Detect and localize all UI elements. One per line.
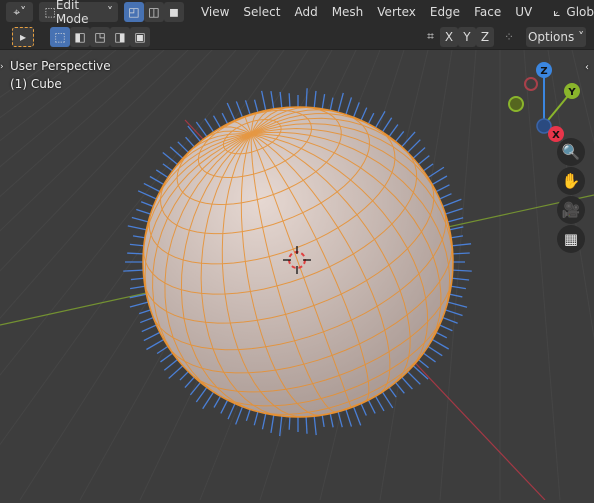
mode-dropdown[interactable]: ⬚ Edit Mode ˅ xyxy=(39,0,118,26)
gizmo-neg-y[interactable] xyxy=(508,96,524,112)
menu-select[interactable]: Select xyxy=(236,5,287,19)
topology-mirror-icon[interactable]: ⁘ xyxy=(504,30,514,44)
camera-icon[interactable]: 🎥 xyxy=(557,196,585,224)
object-name: (1) Cube xyxy=(10,77,62,91)
orientation-dropdown[interactable]: ⟀ Glob xyxy=(553,5,594,20)
zoom-icon[interactable]: 🔍 xyxy=(557,138,585,166)
select-extend-button[interactable]: ◧ xyxy=(70,26,90,47)
menu-edge[interactable]: Edge xyxy=(423,5,467,19)
mirror-y-button[interactable]: Y xyxy=(457,26,476,47)
editor-type-button[interactable]: ⌖˅ xyxy=(6,2,34,22)
tool-settings-bar: ▸ ⬚ ◧ ◳ ◨ ▣ ⌗ X Y Z ⁘ Options ˅ xyxy=(0,24,594,50)
menu-view[interactable]: View xyxy=(194,5,236,19)
view-name: User Perspective xyxy=(10,59,111,73)
menu-uv[interactable]: UV xyxy=(508,5,539,19)
floor-grid-line xyxy=(579,0,594,46)
menu-bar: View Select Add Mesh Vertex Edge Face UV xyxy=(194,5,539,19)
navigation-gizmo[interactable]: Z Y X xyxy=(508,62,580,142)
menu-add[interactable]: Add xyxy=(287,5,324,19)
perspective-grid-icon[interactable]: ▦ xyxy=(557,225,585,253)
scene-canvas[interactable]: ZYX xyxy=(0,0,594,501)
menu-face[interactable]: Face xyxy=(467,5,508,19)
transform-orientation-icon: ⟀ xyxy=(553,4,561,19)
header-bar: ⌖˅ ⬚ Edit Mode ˅ ◰ ◫ ◼ View Select Add Mes… xyxy=(0,0,594,26)
select-new-button[interactable]: ⬚ xyxy=(50,26,70,47)
gizmo-x-label: X xyxy=(552,130,560,141)
sidebar-expand-icon[interactable]: ‹ xyxy=(585,62,589,73)
toolbar-expand-icon[interactable]: › xyxy=(0,62,4,72)
face-select-button[interactable]: ◼ xyxy=(163,2,184,22)
3d-viewport[interactable]: ZYX User Perspective (1) Cube › ‹ 🔍 ✋ 🎥 … xyxy=(0,0,594,501)
mirror-x-button[interactable]: X xyxy=(439,26,458,47)
mode-icon: ⬚ xyxy=(44,5,56,19)
options-dropdown[interactable]: Options ˅ xyxy=(526,26,586,47)
gizmo-z-label: Z xyxy=(540,66,547,77)
editor-type-icon: ⌖˅ xyxy=(13,4,27,19)
pan-hand-icon[interactable]: ✋ xyxy=(557,167,585,195)
floor-grid-line xyxy=(519,0,561,501)
floor-grid-line xyxy=(559,0,594,144)
mirror-icon: ⌗ xyxy=(427,29,434,43)
select-invert-button[interactable]: ◨ xyxy=(110,26,130,47)
menu-mesh[interactable]: Mesh xyxy=(325,5,371,19)
vertex-select-button[interactable]: ◰ xyxy=(123,2,144,22)
mirror-z-button[interactable]: Z xyxy=(475,26,494,47)
select-tool-button[interactable]: ▸ xyxy=(12,26,34,47)
select-intersect-button[interactable]: ▣ xyxy=(130,26,150,47)
chevron-down-icon: ˅ xyxy=(106,5,113,19)
floor-grid-line xyxy=(0,0,141,98)
menu-vertex[interactable]: Vertex xyxy=(370,5,423,19)
floor-grid-line xyxy=(539,0,594,341)
gizmo-y-label: Y xyxy=(567,87,576,98)
select-subtract-button[interactable]: ◳ xyxy=(90,26,110,47)
edge-select-button[interactable]: ◫ xyxy=(143,2,164,22)
mode-label: Edit Mode xyxy=(55,0,89,26)
